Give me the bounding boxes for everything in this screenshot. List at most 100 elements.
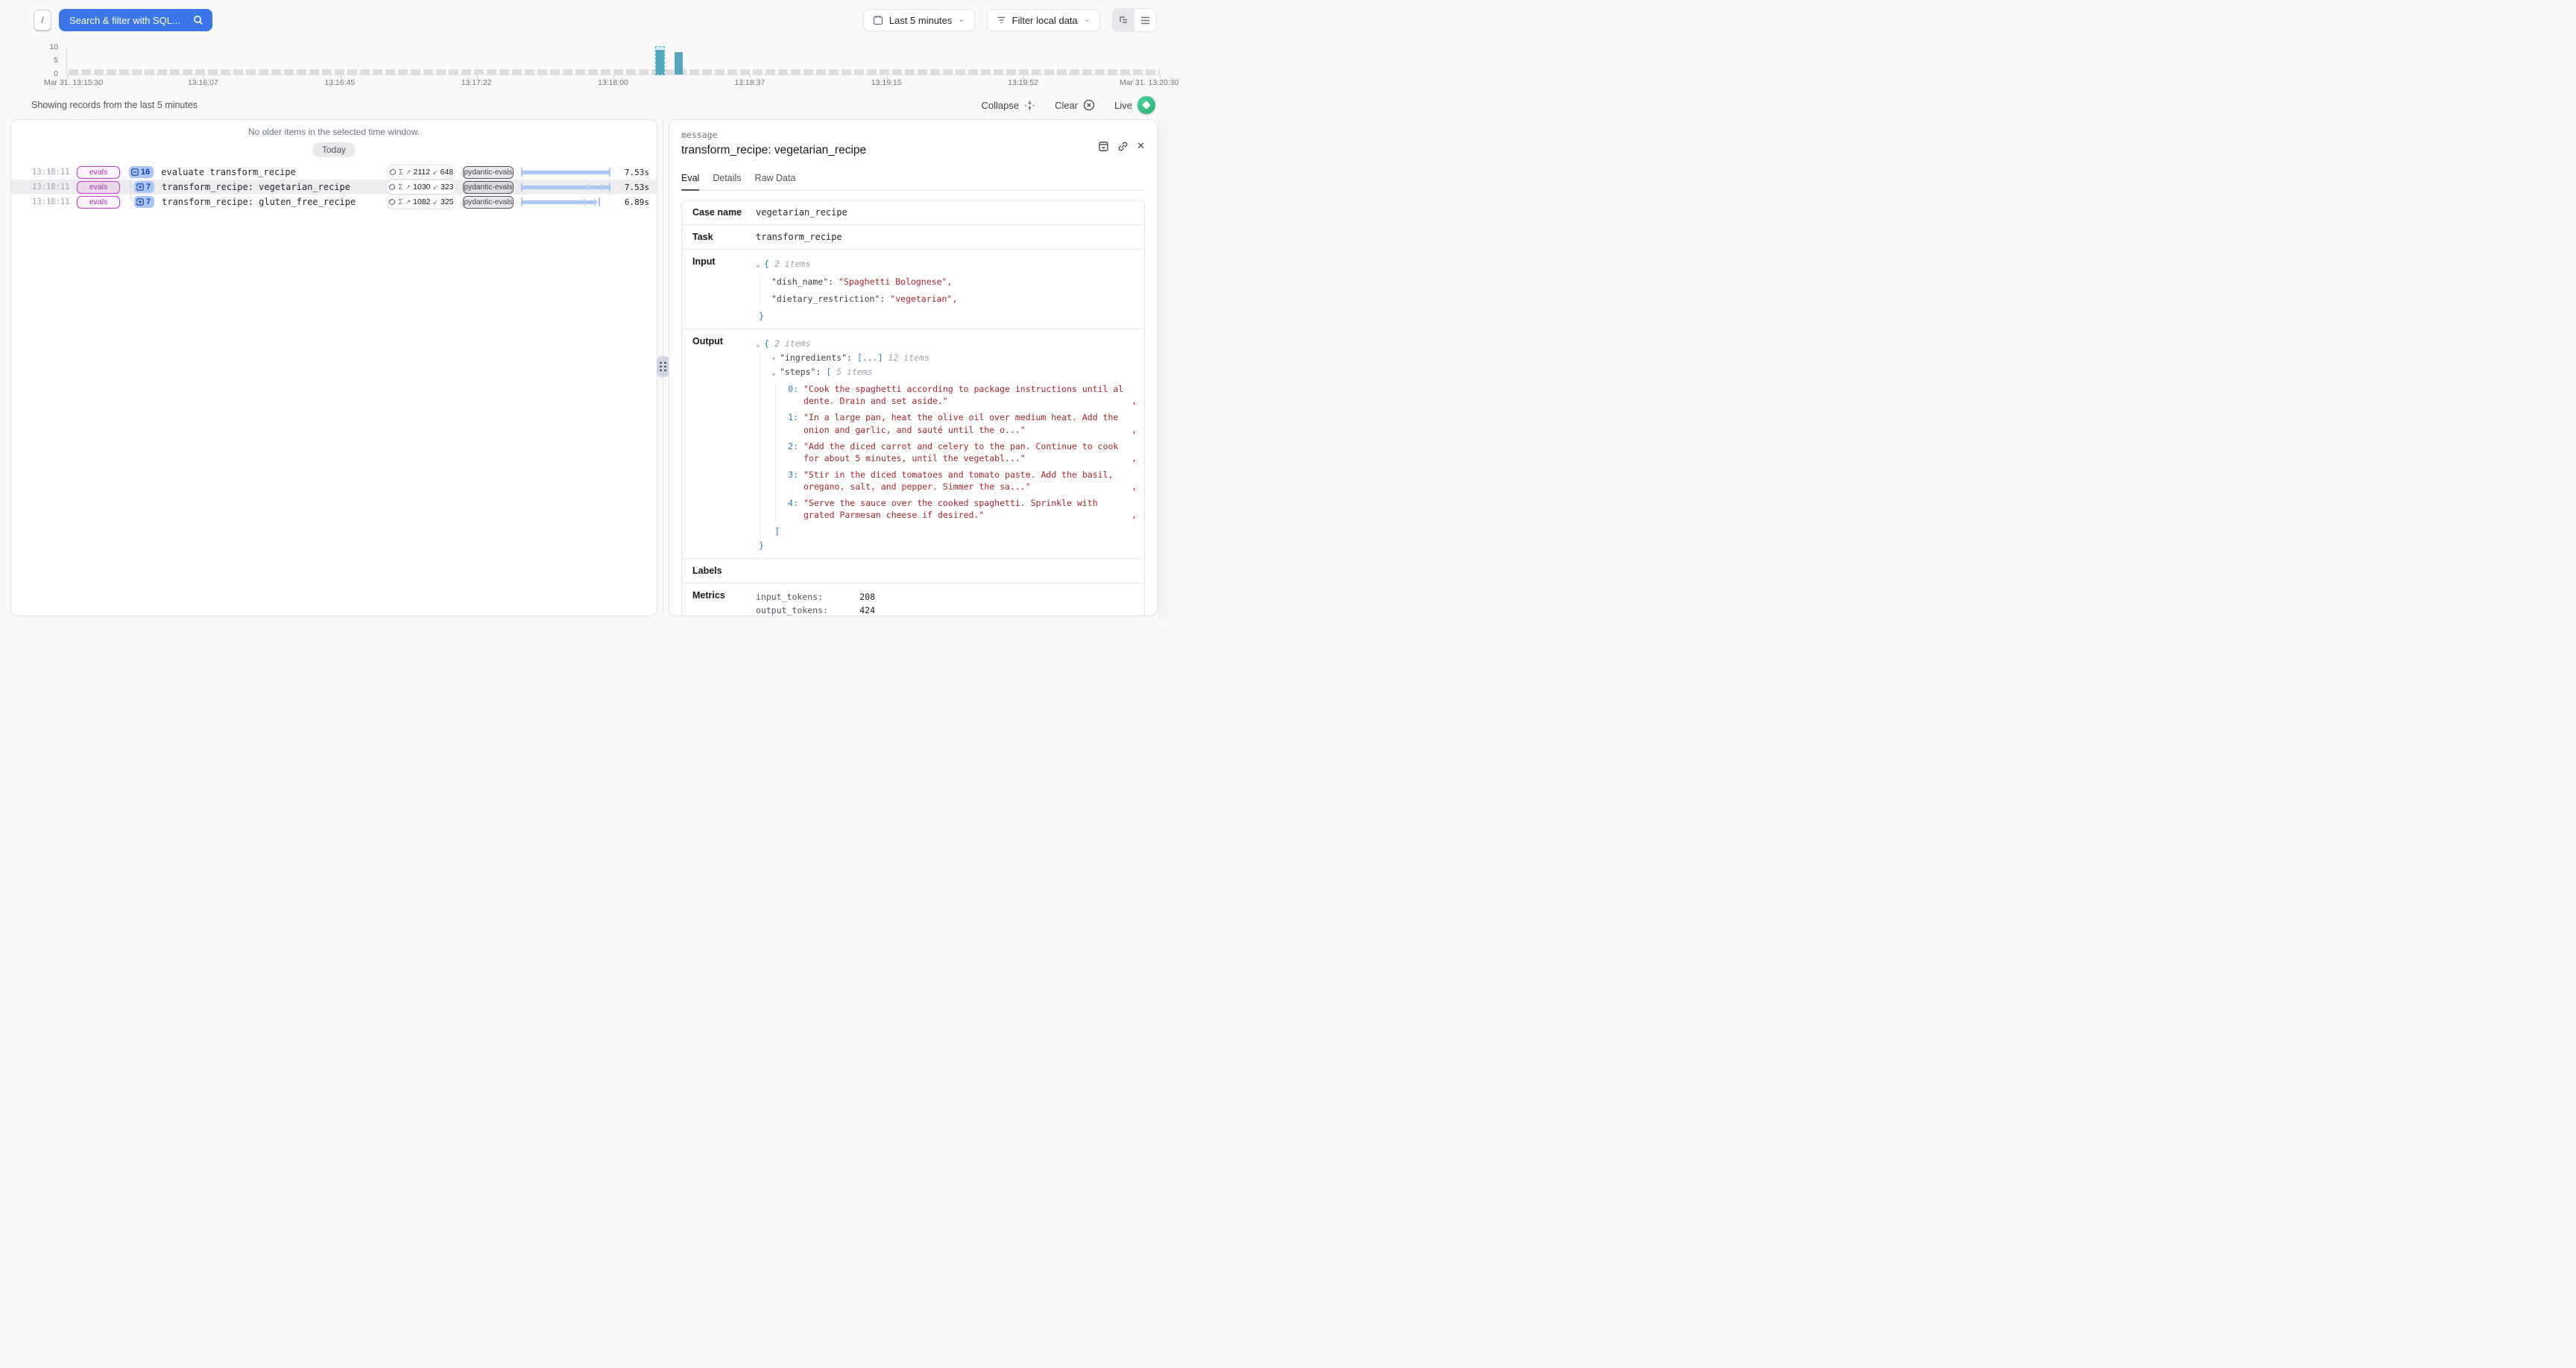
- tree-connector: [130, 177, 139, 203]
- tab-details[interactable]: Details: [713, 173, 741, 190]
- open-brace: {: [764, 259, 769, 269]
- collapsed-array-preview[interactable]: [...]: [857, 352, 883, 363]
- trace-row[interactable]: 13:18:11 evals 16 evaluate transform_rec…: [11, 165, 657, 180]
- tab-raw-data[interactable]: Raw Data: [755, 173, 796, 190]
- json-array-item: 0: "Cook the spaghetti according to pack…: [786, 383, 1137, 407]
- collapse-label: Collapse: [981, 100, 1019, 111]
- input-tokens-arrow-icon: ↗: [405, 198, 411, 206]
- metric-item: output_tokens: 424: [756, 604, 1137, 616]
- output-tokens-count: 325: [441, 197, 454, 206]
- slash-key-label: /: [41, 15, 43, 25]
- chevron-down-icon: ⌄: [958, 16, 965, 24]
- caret-down-icon[interactable]: ⌄: [756, 340, 764, 350]
- duration-bar[interactable]: [521, 197, 610, 206]
- metrics-value: input_tokens: 208 output_tokens: 424 req…: [756, 590, 1137, 616]
- case-name-label: Case name: [692, 207, 756, 218]
- json-string-value: "Spaghetti Bolognese",: [839, 276, 952, 287]
- duration-text: 6.89s: [610, 197, 649, 207]
- json-key: "ingredients":: [780, 352, 852, 363]
- duration-bar[interactable]: [521, 168, 610, 177]
- json-string-value: "In a large pan, heat the olive oil over…: [804, 411, 1131, 435]
- close-icon[interactable]: ✕: [1137, 140, 1145, 152]
- input-tokens-count: 2112: [414, 168, 431, 177]
- close-brace: }: [759, 539, 1137, 551]
- array-index: 0:: [786, 383, 798, 395]
- comma: ,: [1131, 452, 1137, 464]
- output-tokens-count: 648: [441, 168, 454, 177]
- coin-icon: [388, 198, 396, 206]
- child-count: 7: [146, 183, 151, 191]
- labels-label: Labels: [692, 566, 756, 576]
- input-tokens-count: 1082: [413, 197, 430, 206]
- trace-row[interactable]: 13:18:11 evals 7 transform_recipe: glute…: [11, 194, 657, 209]
- live-indicator-icon: [1137, 96, 1155, 114]
- duration-bar[interactable]: [521, 183, 610, 191]
- collapse-children-badge[interactable]: 16: [129, 166, 154, 178]
- items-count: 2 items: [774, 338, 810, 349]
- detail-title: transform_recipe: vegetarian_recipe: [681, 144, 1145, 157]
- search-button[interactable]: Search & filter with SQL...: [59, 9, 212, 31]
- tree-view-icon: [1119, 16, 1129, 25]
- records-panel: No older items in the selected time wind…: [10, 119, 657, 616]
- sigma-icon: Σ: [399, 168, 403, 177]
- x-tick-label: 13:18:37: [734, 78, 765, 87]
- task-row: Task transform_recipe: [682, 225, 1144, 250]
- task-value: transform_recipe: [756, 232, 1137, 242]
- x-tick-label: 13:17:22: [461, 78, 492, 87]
- detail-panel-scrollbar[interactable]: [1158, 119, 1169, 621]
- row-time: 13:18:11: [32, 197, 65, 206]
- array-index: 1:: [786, 411, 798, 423]
- task-label: Task: [692, 232, 756, 242]
- caret-right-icon[interactable]: ›: [771, 354, 780, 364]
- input-json-viewer: ⌄{2 items "dish_name": "Spaghetti Bologn…: [756, 256, 1137, 322]
- histogram-bar[interactable]: [675, 52, 683, 75]
- trace-rows: 13:18:11 evals 16 evaluate transform_rec…: [11, 165, 657, 209]
- comma: ,: [1131, 481, 1137, 493]
- collapse-button[interactable]: Collapse: [981, 100, 1035, 111]
- minus-square-icon: [131, 168, 139, 176]
- scope-tag: pydantic-evals: [463, 196, 514, 209]
- panel-resize-handle[interactable]: [657, 356, 669, 377]
- array-index: 3:: [786, 469, 798, 481]
- filter-local-data-button[interactable]: Filter local data ⌄: [987, 9, 1100, 31]
- json-string-value: "vegetarian",: [890, 294, 957, 304]
- open-bracket: [: [826, 367, 831, 377]
- y-tick-10: 10: [49, 43, 58, 51]
- clear-button[interactable]: Clear: [1055, 99, 1095, 111]
- coin-icon: [388, 183, 396, 191]
- no-older-items-text: No older items in the selected time wind…: [11, 127, 657, 137]
- output-tokens-arrow-icon: ↙: [432, 168, 438, 177]
- today-pill: Today: [312, 142, 356, 157]
- items-count: 2 items: [774, 259, 810, 269]
- json-key: "dish_name":: [771, 276, 833, 287]
- x-tick-label: Mar 31. 13:15:30: [44, 78, 103, 87]
- json-string-value: "Serve the sauce over the cooked spaghet…: [804, 497, 1131, 521]
- selected-bar-outline[interactable]: [655, 46, 665, 75]
- live-label: Live: [1114, 100, 1132, 111]
- trace-row[interactable]: 13:18:11 evals 7 transform_recipe: veget…: [11, 180, 657, 194]
- x-tick-label: 13:19:15: [871, 78, 902, 87]
- metric-item: input_tokens: 208: [756, 590, 1137, 604]
- tab-eval[interactable]: Eval: [681, 173, 699, 191]
- copy-link-icon[interactable]: [1117, 140, 1128, 152]
- list-view-toggle[interactable]: [1134, 9, 1156, 31]
- empty-baseline-dashes: [69, 69, 1160, 75]
- histogram-bar[interactable]: [656, 50, 664, 75]
- plot-area: [66, 47, 1160, 75]
- time-range-button[interactable]: Last 5 minutes ⌄: [863, 9, 975, 31]
- tree-view-toggle[interactable]: [1113, 9, 1134, 31]
- span-name: transform_recipe: gluten_free_recipe: [162, 197, 356, 207]
- caret-down-icon[interactable]: ⌄: [771, 368, 780, 379]
- evals-tag[interactable]: evals: [77, 181, 120, 194]
- child-count: 16: [141, 168, 150, 177]
- caret-down-icon[interactable]: ⌄: [756, 260, 764, 270]
- timeline-histogram[interactable]: 10 5 0 Mar 31. 13:15:30 13:16:07 13:16:4…: [42, 41, 1160, 90]
- output-json-viewer: ⌄{2 items ›"ingredients": [...]12 items …: [756, 336, 1137, 551]
- json-string-value: "Add the diced carrot and celery to the …: [804, 440, 1131, 464]
- save-view-icon[interactable]: [1098, 140, 1109, 152]
- live-toggle[interactable]: Live: [1114, 96, 1155, 114]
- slash-shortcut-key: /: [34, 10, 51, 31]
- evals-tag[interactable]: evals: [77, 166, 120, 179]
- items-count: 5 items: [836, 367, 872, 377]
- evals-tag[interactable]: evals: [77, 196, 120, 209]
